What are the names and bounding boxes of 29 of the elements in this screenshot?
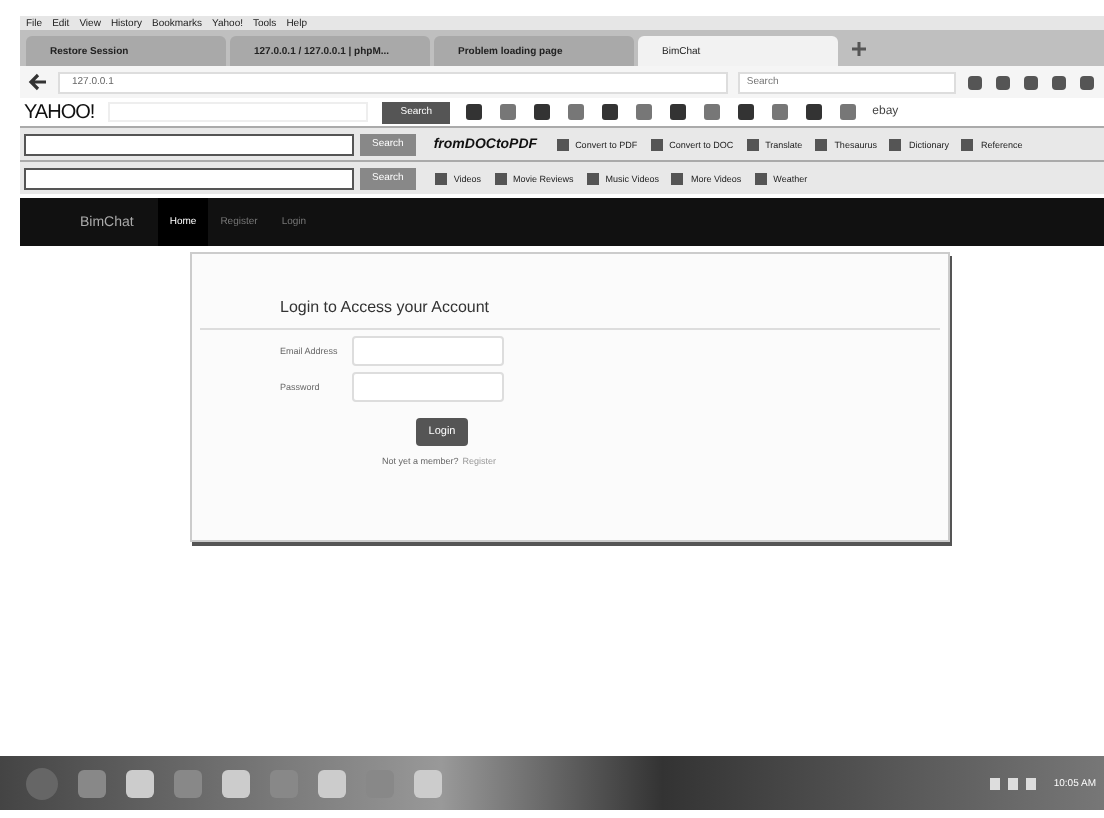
- toolbar-icon[interactable]: [804, 102, 825, 122]
- new-tab-icon[interactable]: [850, 39, 868, 57]
- link-icon[interactable]: [888, 137, 903, 151]
- link-icon[interactable]: [555, 137, 570, 151]
- back-icon[interactable]: [28, 72, 48, 92]
- link-icon[interactable]: [960, 137, 975, 151]
- toolbar-icon[interactable]: [464, 102, 485, 122]
- link-icon[interactable]: [585, 171, 600, 185]
- toolbar-icon[interactable]: [668, 102, 689, 122]
- input-field[interactable]: [352, 372, 504, 402]
- search-field[interactable]: [24, 133, 354, 155]
- link-icon[interactable]: [649, 137, 664, 151]
- yahoo-logo: YAHOO!: [24, 101, 95, 123]
- start-icon[interactable]: [24, 765, 60, 801]
- input-field[interactable]: [352, 336, 504, 366]
- toolbar-icon[interactable]: [600, 102, 621, 122]
- toolbar-icon[interactable]: [736, 102, 757, 122]
- link-icon[interactable]: [433, 171, 448, 185]
- card-title: Login to Access your Account: [278, 298, 492, 316]
- link-icon[interactable]: [814, 137, 829, 151]
- link-icon[interactable]: [493, 171, 508, 185]
- tray-icon[interactable]: [989, 775, 1038, 791]
- link-icon[interactable]: [745, 137, 760, 151]
- app-icon[interactable]: [124, 767, 156, 799]
- link-icon[interactable]: [753, 171, 768, 185]
- toolbar-icon[interactable]: [532, 102, 553, 122]
- app-icon[interactable]: [220, 767, 252, 799]
- link-icon[interactable]: [670, 171, 685, 185]
- search-field[interactable]: [24, 167, 354, 189]
